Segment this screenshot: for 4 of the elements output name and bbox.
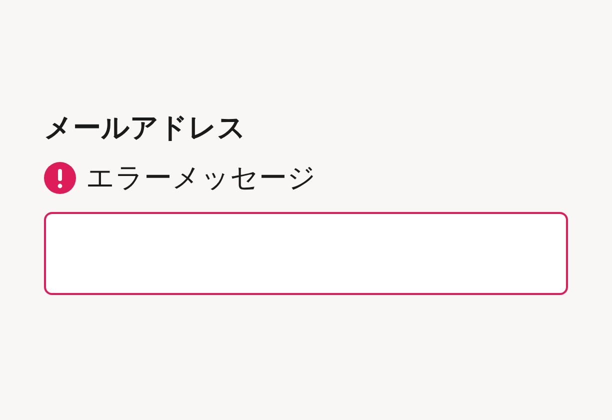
field-label: メールアドレス xyxy=(44,110,246,146)
error-message: エラーメッセージ xyxy=(86,160,316,196)
error-icon xyxy=(44,162,76,194)
email-input-field[interactable] xyxy=(44,212,568,295)
